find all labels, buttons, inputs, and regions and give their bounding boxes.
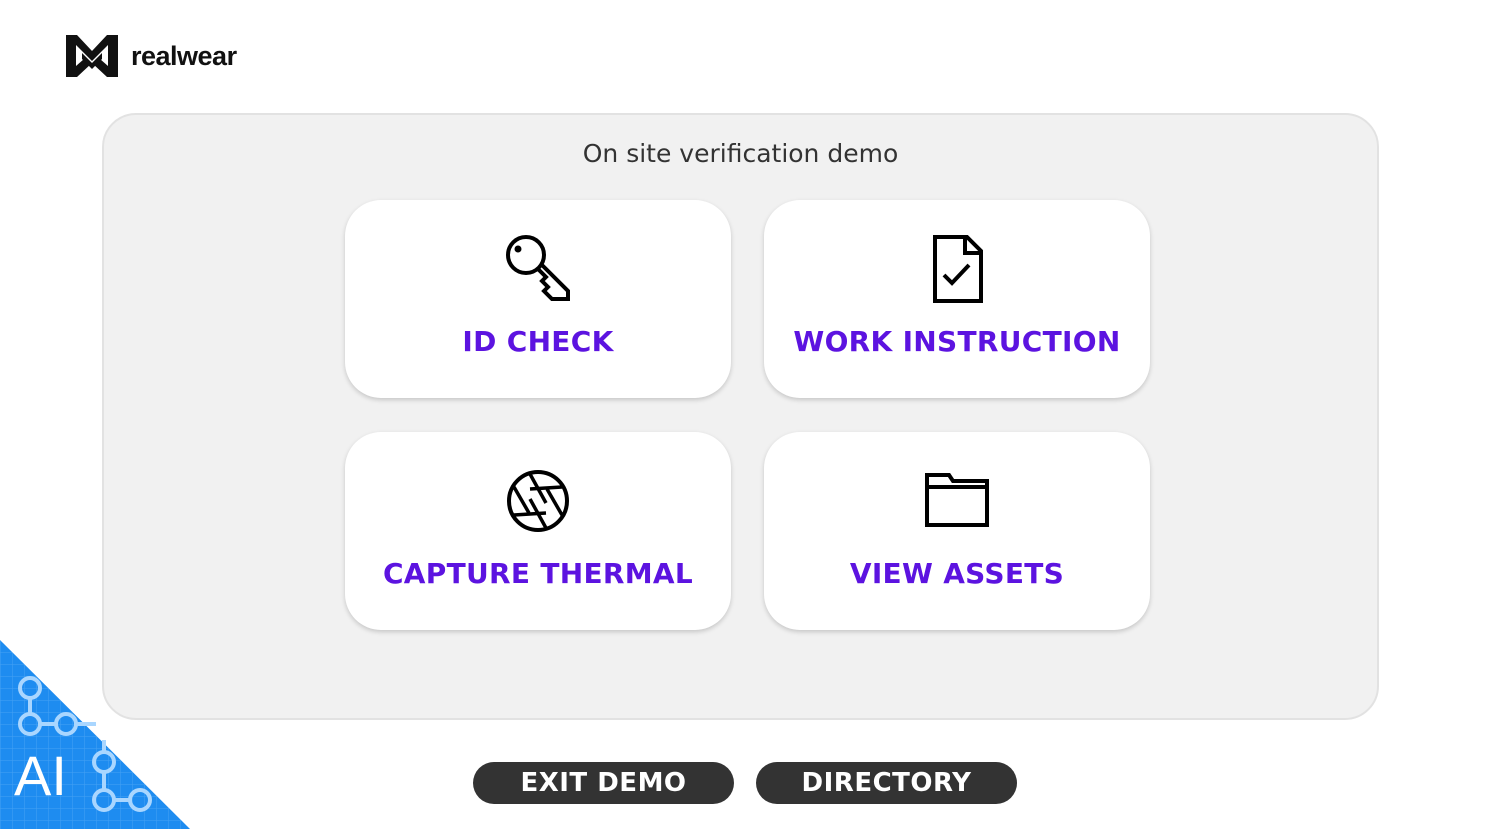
tile-id-check[interactable]: ID CHECK <box>345 200 731 398</box>
tile-label: CAPTURE THERMAL <box>382 557 694 590</box>
tile-label: WORK INSTRUCTION <box>793 325 1121 358</box>
exit-demo-button[interactable]: EXIT DEMO <box>473 762 734 804</box>
directory-button[interactable]: DIRECTORY <box>756 762 1017 804</box>
tile-view-assets[interactable]: VIEW ASSETS <box>764 432 1150 630</box>
document-check-icon <box>933 235 983 303</box>
folder-icon <box>925 473 989 527</box>
tile-label: VIEW ASSETS <box>849 557 1065 590</box>
key-icon <box>506 235 570 301</box>
demo-panel: On site verification demo <box>102 113 1379 720</box>
tile-work-instruction[interactable]: WORK INSTRUCTION <box>764 200 1150 398</box>
realwear-logo-icon <box>66 35 118 77</box>
tile-label: ID CHECK <box>462 325 614 358</box>
brand-logo: realwear <box>64 33 237 79</box>
tile-capture-thermal[interactable]: CAPTURE THERMAL <box>345 432 731 630</box>
camera-aperture-icon <box>507 470 569 532</box>
ai-badge-text: AI <box>14 744 67 807</box>
panel-title: On site verification demo <box>582 139 899 168</box>
brand-name: realwear <box>131 40 237 71</box>
